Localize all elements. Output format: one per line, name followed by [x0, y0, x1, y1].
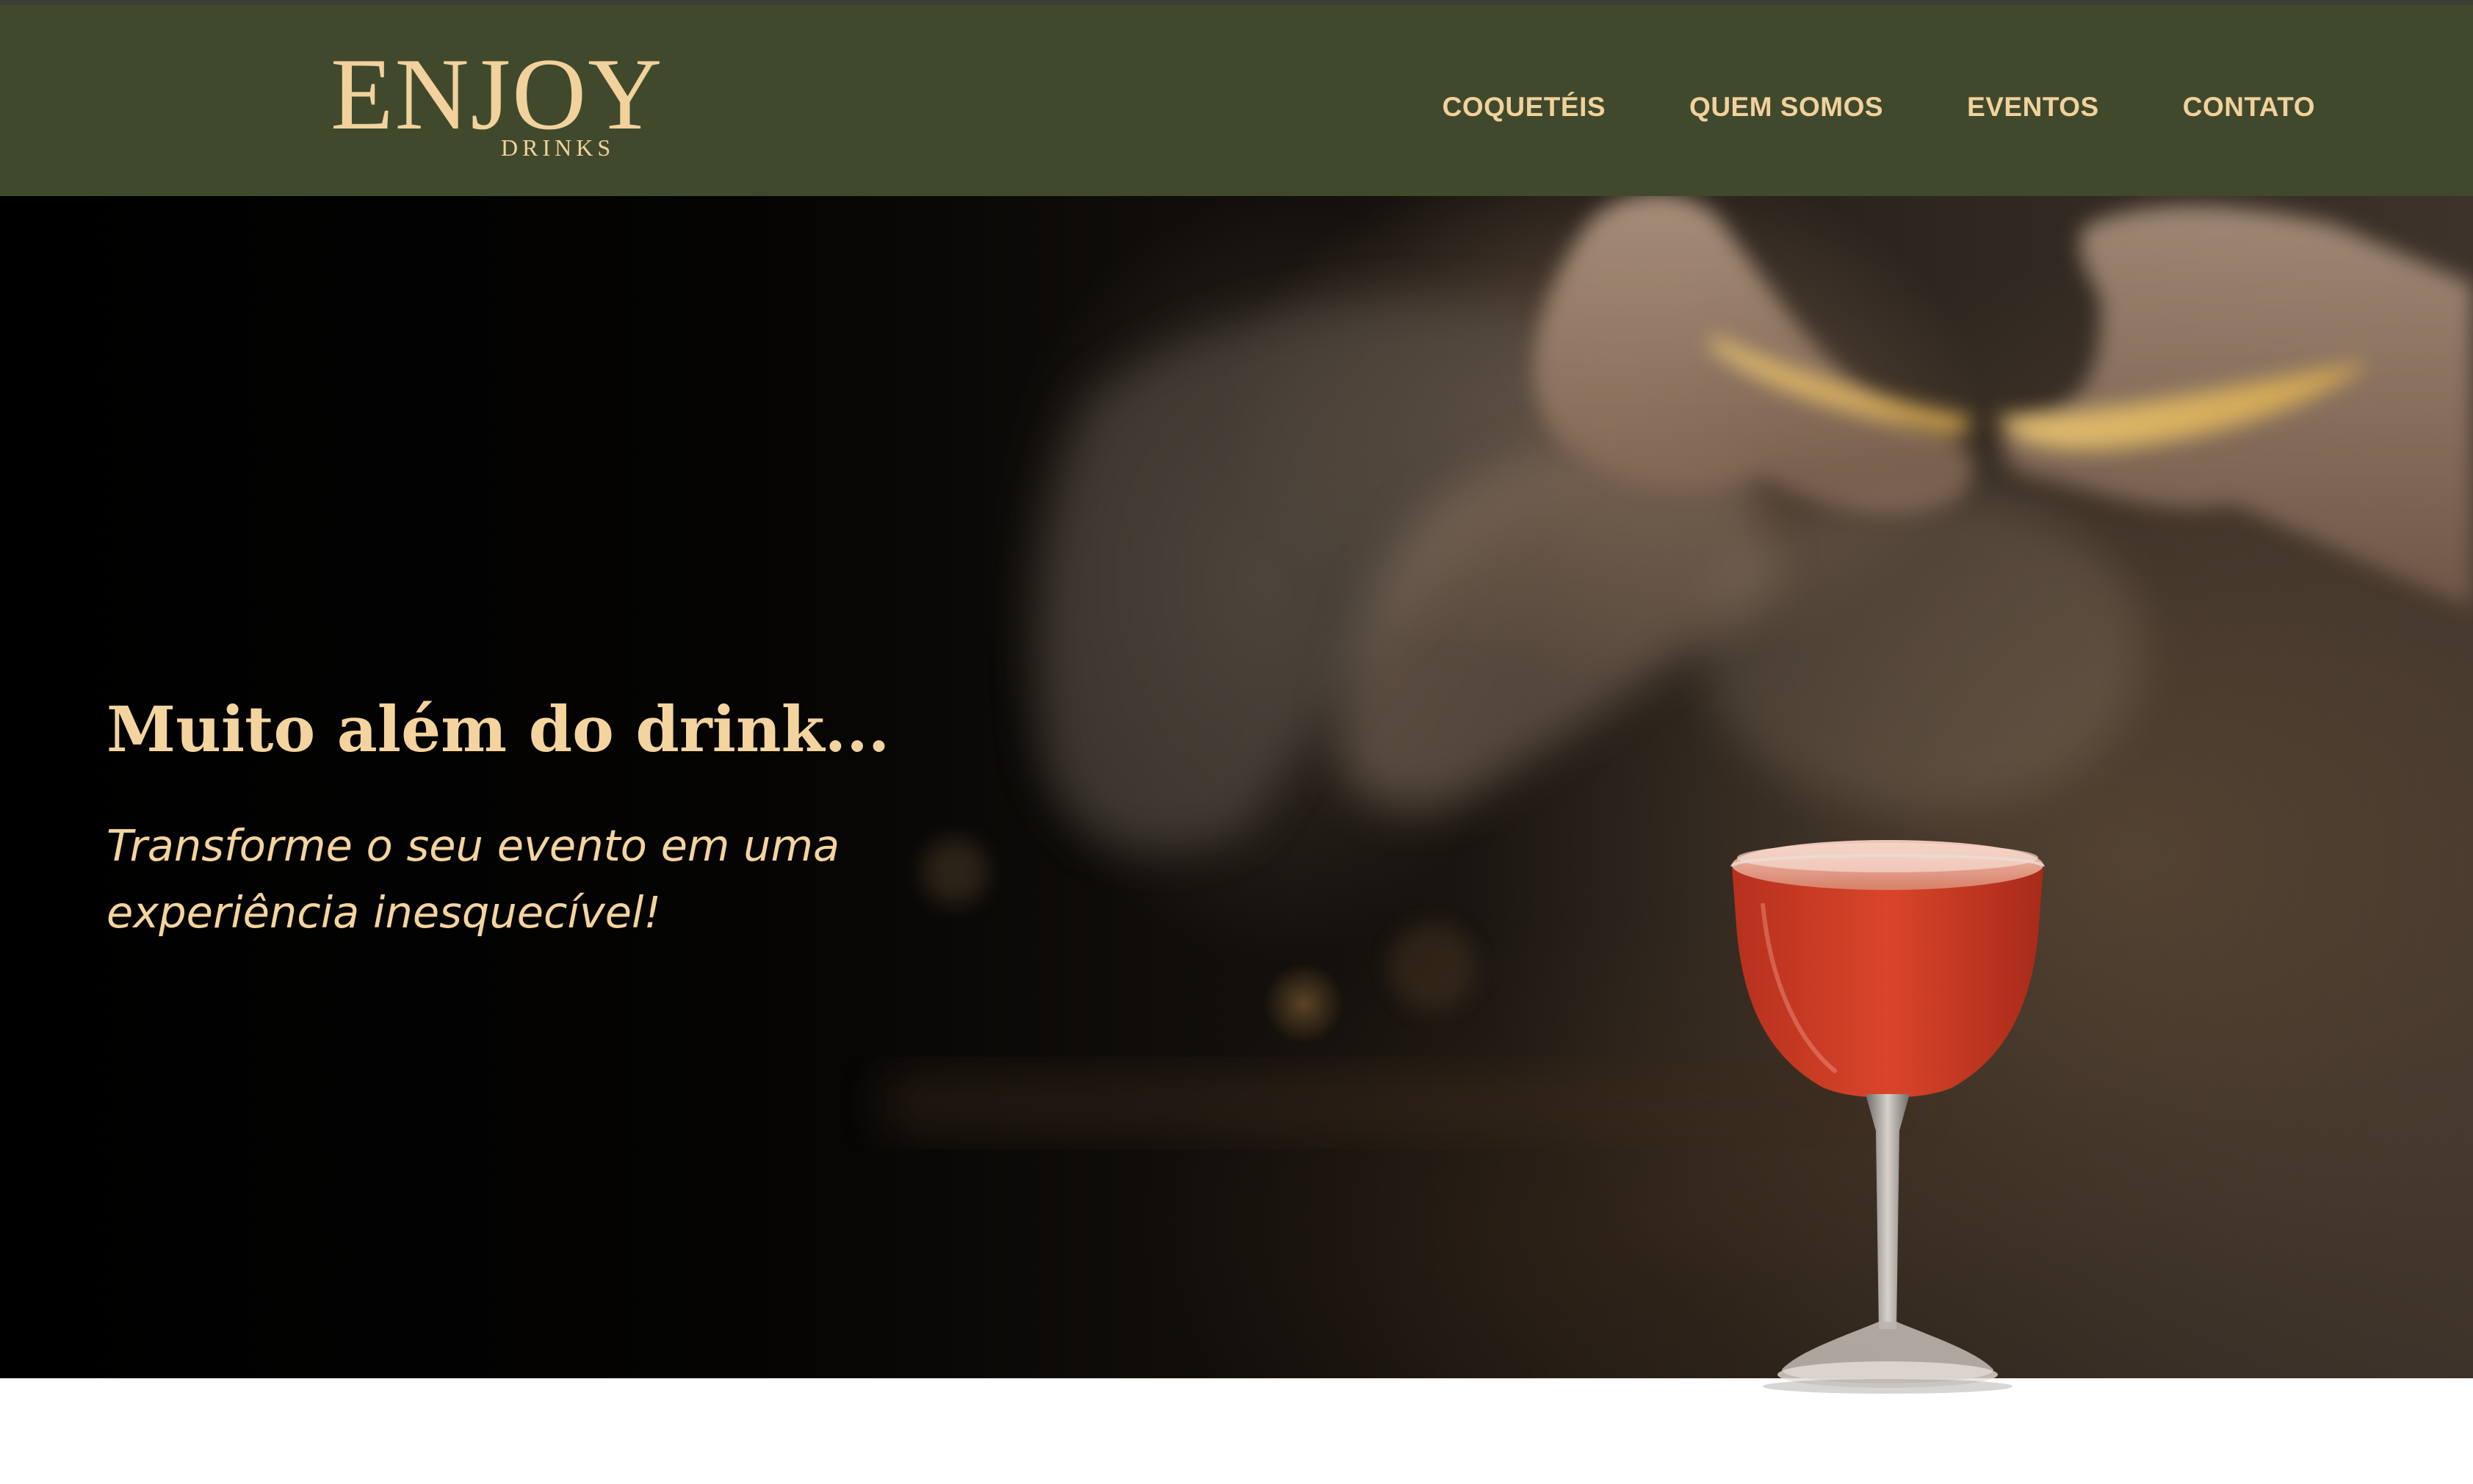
cocktail-glass-image — [1730, 840, 2045, 1394]
logo-tagline: DRINKS — [501, 134, 615, 161]
brand-logo[interactable]: ENJOY DRINKS — [331, 43, 662, 168]
nav-item-contato[interactable]: CONTATO — [2183, 92, 2315, 123]
nav-item-quem-somos[interactable]: QUEM SOMOS — [1689, 92, 1883, 123]
site-header: ENJOY DRINKS COQUETÉIS QUEM SOMOS EVENTO… — [0, 5, 2473, 196]
hero-title: Muito além do drink... — [106, 692, 890, 767]
logo-wordmark: ENJOY — [331, 37, 664, 151]
window-top-strip — [0, 0, 2473, 5]
bartender-hands-illustration — [881, 196, 2473, 1136]
main-navigation: COQUETÉIS QUEM SOMOS EVENTOS CONTATO — [1443, 92, 2315, 123]
hero-subtitle: Transforme o seu evento em uma experiênc… — [106, 820, 840, 938]
nav-item-eventos[interactable]: EVENTOS — [1967, 92, 2099, 123]
hero-banner: Muito além do drink... Transforme o seu … — [0, 196, 2473, 1378]
nav-item-coqueteis[interactable]: COQUETÉIS — [1443, 92, 1606, 123]
